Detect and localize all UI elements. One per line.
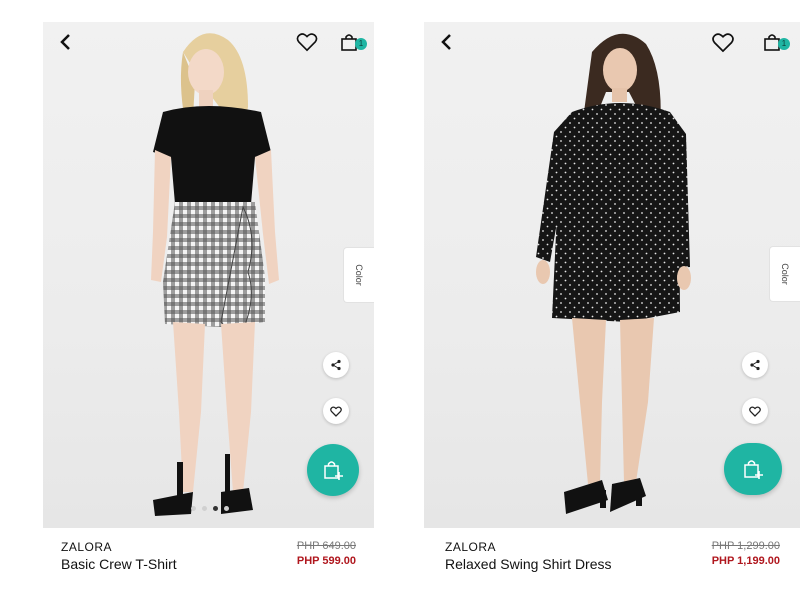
save-button[interactable] [742,398,768,424]
pagination-dot[interactable] [202,506,207,511]
pagination-dot[interactable] [224,506,229,511]
original-price: PHP 649.00 [296,540,356,552]
back-icon [441,34,451,50]
color-tab-label: Color [353,264,364,286]
cart-count-badge: 1 [355,38,367,50]
back-button[interactable] [434,30,458,54]
brand-name[interactable]: ZALORA [61,540,112,554]
pagination-dot-active[interactable] [213,506,218,511]
product-name: Relaxed Swing Shirt Dress [445,556,612,572]
image-pagination-dots[interactable] [191,506,229,511]
product-screen-relaxed-swing-shirt-dress: 1 Color ZALORA Relaxed Swing Shirt Dress… [424,0,800,610]
cart-count-badge: 1 [778,38,790,50]
add-to-bag-icon [324,461,343,480]
save-button[interactable] [323,398,349,424]
top-bar: 1 [424,22,800,62]
heart-icon [296,33,318,52]
wishlist-icon [749,406,761,417]
cart-button[interactable]: 1 [758,28,790,56]
add-to-bag-icon [744,460,763,479]
heart-icon [712,32,734,52]
add-to-bag-button[interactable] [724,443,782,495]
sale-price: PHP 1,199.00 [711,555,780,567]
wishlist-icon [330,406,342,417]
add-to-bag-button[interactable] [307,444,359,496]
pagination-dot[interactable] [191,506,196,511]
wishlist-button[interactable] [293,28,321,56]
color-selector-tab[interactable]: Color [343,247,374,303]
product-info: ZALORA Relaxed Swing Shirt Dress PHP 1,2… [424,528,800,580]
cart-button[interactable]: 1 [335,28,367,56]
original-price: PHP 1,299.00 [711,540,780,552]
back-button[interactable] [53,30,77,54]
share-button[interactable] [742,352,768,378]
sale-price: PHP 599.00 [296,555,356,567]
share-button[interactable] [323,352,349,378]
product-name: Basic Crew T-Shirt [61,556,177,572]
product-info: ZALORA Basic Crew T-Shirt PHP 649.00 PHP… [43,528,374,580]
color-tab-label: Color [779,263,790,285]
product-screen-basic-crew-tshirt: 1 Color ZALORA Basic Crew T-Shirt PHP 64… [43,0,374,610]
wishlist-button[interactable] [709,28,737,56]
color-selector-tab[interactable]: Color [769,246,800,302]
top-bar: 1 [43,22,374,62]
back-icon [60,34,70,50]
brand-name[interactable]: ZALORA [445,540,496,554]
share-icon [331,359,341,371]
share-icon [750,359,760,371]
